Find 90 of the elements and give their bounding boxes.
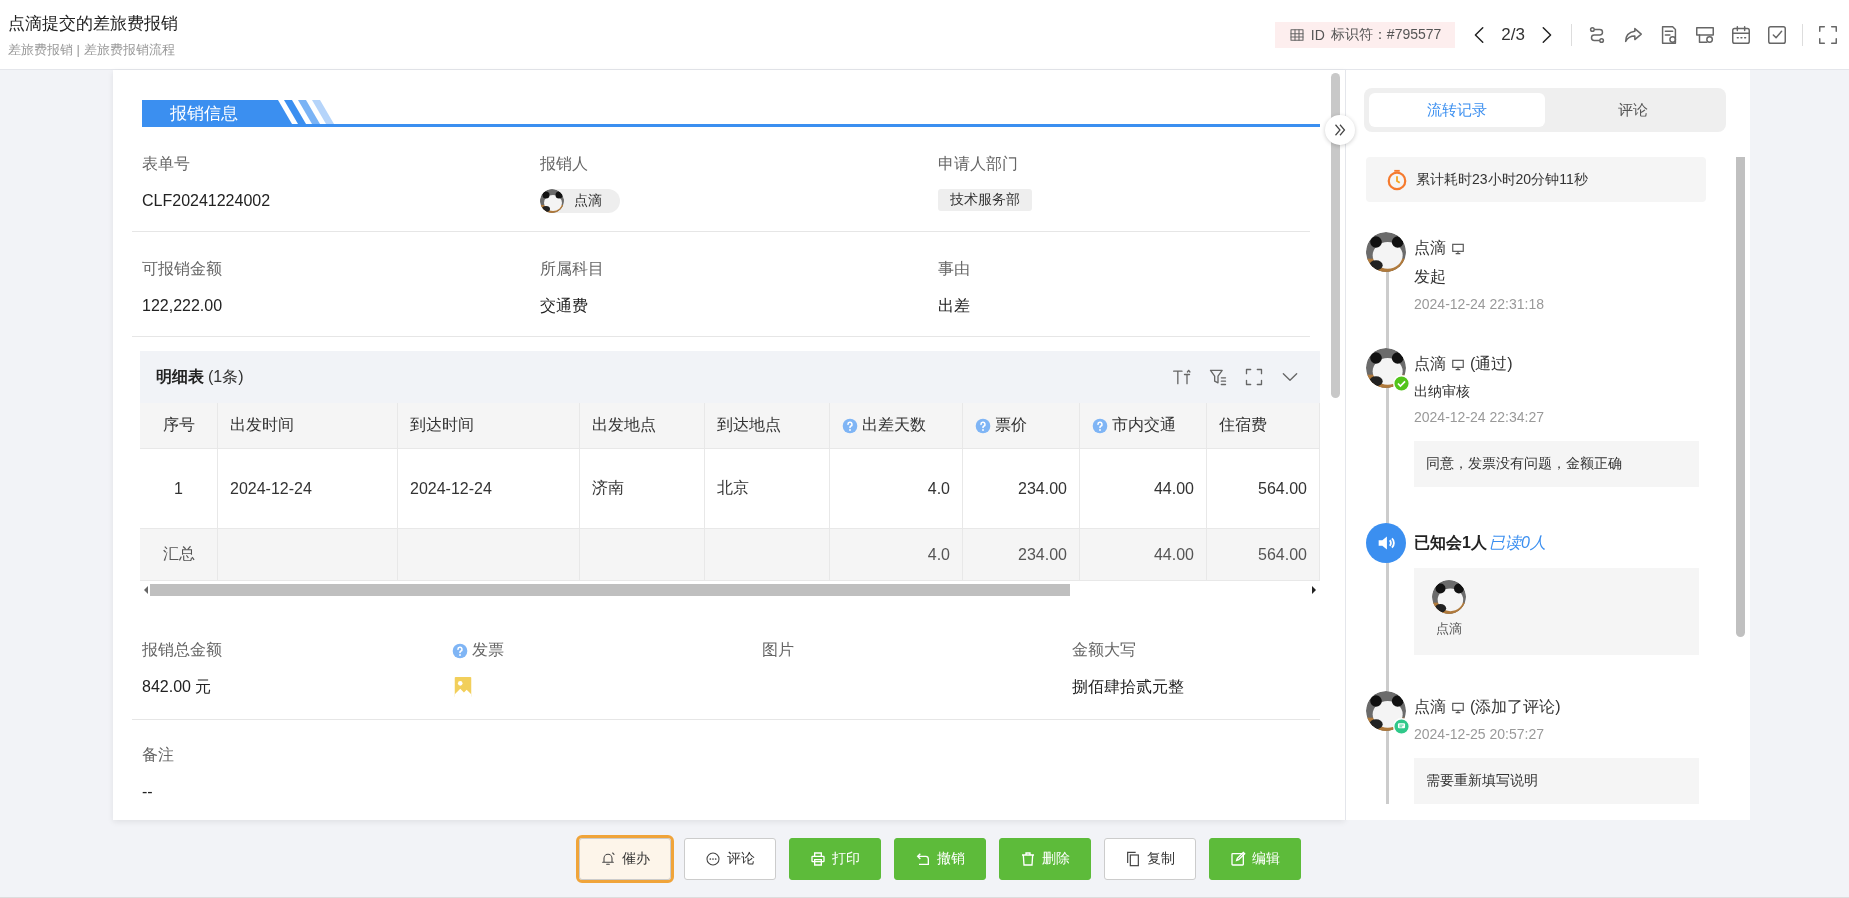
field-label: 报销人 bbox=[540, 154, 588, 174]
calendar-icon[interactable] bbox=[1730, 24, 1752, 46]
row-count: (1条) bbox=[208, 367, 244, 385]
table-cell: 44.00 bbox=[1080, 529, 1207, 581]
table-cell: 汇总 bbox=[140, 529, 218, 581]
field-label: 可报销金额 bbox=[142, 259, 222, 279]
comment-text: 同意，发票没有问题，金额正确 bbox=[1414, 441, 1699, 487]
action-button[interactable]: 删除 bbox=[998, 837, 1091, 880]
edit-icon bbox=[1229, 850, 1246, 867]
monitor-icon bbox=[1451, 700, 1465, 715]
field-value: 交通费 bbox=[540, 296, 588, 316]
action-button[interactable]: 催办 bbox=[578, 837, 671, 880]
collapse-button[interactable] bbox=[1325, 115, 1355, 145]
timestamp: 2024-12-25 20:57:27 bbox=[1414, 726, 1545, 742]
user-name: 点滴 bbox=[1414, 354, 1446, 374]
tab[interactable]: 流转记录 bbox=[1369, 93, 1545, 127]
department-tag: 技术服务部 bbox=[938, 189, 1032, 211]
user-name: 点滴 bbox=[1414, 238, 1446, 258]
vertical-scrollbar[interactable] bbox=[1331, 73, 1340, 398]
timestamp: 2024-12-24 22:34:27 bbox=[1414, 409, 1545, 425]
read-count: 已读0人 bbox=[1488, 533, 1546, 553]
column-header: 市内交通 bbox=[1112, 415, 1176, 435]
column-header: 到达时间 bbox=[410, 415, 474, 435]
column-header: 票价 bbox=[995, 415, 1027, 435]
field-label: 金额大写 bbox=[1072, 640, 1136, 660]
column-header: 序号 bbox=[162, 415, 195, 435]
column-header: 住宿费 bbox=[1219, 415, 1267, 435]
filter-icon[interactable] bbox=[1208, 367, 1228, 387]
field-label: 报销总金额 bbox=[142, 640, 222, 660]
printer-icon bbox=[809, 850, 826, 867]
copy-icon bbox=[1124, 850, 1141, 867]
field-label: 申请人部门 bbox=[938, 154, 1018, 174]
column-header: 出发地点 bbox=[592, 415, 656, 435]
action-button[interactable]: 撤销 bbox=[893, 837, 986, 880]
breadcrumb: 差旅费报销 | 差旅费报销流程 bbox=[8, 41, 176, 59]
trash-icon bbox=[1019, 850, 1036, 867]
tab[interactable]: 评论 bbox=[1545, 93, 1721, 127]
user-name: 点滴 bbox=[574, 192, 602, 210]
vertical-scrollbar[interactable] bbox=[1736, 157, 1745, 637]
table-cell: 564.00 bbox=[1207, 529, 1320, 581]
monitor-icon bbox=[1451, 241, 1465, 256]
notify-count: 已知会1人 bbox=[1414, 533, 1487, 553]
field-value: 捌佰肆拾贰元整 bbox=[1072, 677, 1184, 697]
id-value: 标识符：#795577 bbox=[1330, 26, 1442, 44]
field-value: 出差 bbox=[938, 296, 970, 316]
field-label: 发票 bbox=[472, 640, 504, 660]
action-button[interactable]: 打印 bbox=[788, 837, 881, 880]
bell-icon bbox=[599, 850, 616, 867]
table-icon bbox=[1288, 27, 1305, 43]
table-cell: 234.00 bbox=[963, 529, 1080, 581]
action-button[interactable]: 编辑 bbox=[1208, 837, 1301, 880]
node-name: 出纳审核 bbox=[1414, 383, 1471, 401]
scrollbar-thumb[interactable] bbox=[150, 584, 1070, 596]
id-label: ID bbox=[1310, 27, 1325, 43]
action-button[interactable]: 复制 bbox=[1103, 837, 1196, 880]
comment-text: 需要重新填写说明 bbox=[1414, 758, 1699, 804]
field-label: 备注 bbox=[142, 745, 175, 765]
printer-icon[interactable] bbox=[1694, 24, 1716, 46]
step-name: 发起 bbox=[1414, 267, 1447, 287]
action-button[interactable]: 评论 bbox=[683, 837, 776, 880]
field-label: 事由 bbox=[938, 259, 970, 279]
table-title: 明细表 bbox=[156, 367, 204, 385]
column-header: 到达地点 bbox=[717, 415, 781, 435]
table-cell: 4.0 bbox=[830, 529, 963, 581]
stopwatch-icon bbox=[1386, 168, 1408, 191]
page-counter: 2/3 bbox=[1501, 25, 1525, 45]
duration-text: 累计耗时23小时20分钟11秒 bbox=[1416, 170, 1588, 189]
field-value: 842.00 元 bbox=[142, 677, 212, 697]
timestamp: 2024-12-24 22:31:18 bbox=[1414, 296, 1545, 312]
field-value: -- bbox=[142, 782, 154, 802]
fullscreen-icon[interactable] bbox=[1817, 24, 1839, 46]
fullscreen-icon[interactable] bbox=[1244, 367, 1264, 387]
user-name: 点滴 bbox=[1414, 697, 1446, 717]
avatar bbox=[1432, 580, 1466, 614]
user-name: 点滴 bbox=[1436, 620, 1462, 638]
action-text: (添加了评论) bbox=[1470, 697, 1561, 717]
column-header: 出差天数 bbox=[862, 415, 926, 435]
field-label: 表单号 bbox=[142, 154, 190, 174]
scroll-right-icon[interactable] bbox=[1310, 585, 1318, 595]
field-label: 图片 bbox=[762, 640, 794, 660]
field-value: CLF20241224002 bbox=[142, 191, 271, 211]
page-title: 点滴提交的差旅费报销 bbox=[8, 13, 178, 35]
column-header: 出发时间 bbox=[230, 415, 294, 435]
field-label: 所属科目 bbox=[540, 259, 604, 279]
checkbox-icon[interactable] bbox=[1766, 24, 1788, 46]
chat-icon bbox=[704, 850, 721, 867]
monitor-icon bbox=[1451, 357, 1465, 372]
field-value: 122,222.00 bbox=[142, 296, 223, 316]
text-size-icon[interactable] bbox=[1172, 367, 1192, 387]
action-text: (通过) bbox=[1470, 354, 1513, 374]
